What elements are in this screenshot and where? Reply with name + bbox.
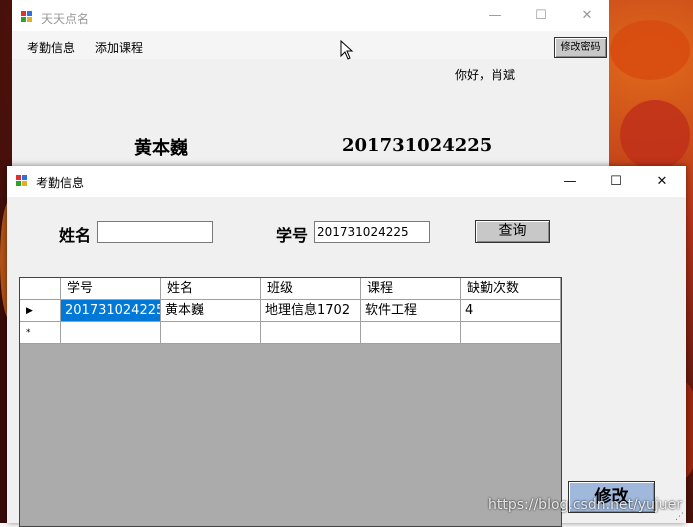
- student-id-label: 学号: [276, 226, 309, 245]
- new-cell[interactable]: [61, 322, 161, 344]
- table-row[interactable]: ▶ 201731024225 黄本巍 地理信息1702 软件工程 4: [20, 300, 561, 322]
- cell-class[interactable]: 地理信息1702: [261, 300, 361, 322]
- new-row-indicator[interactable]: *: [20, 322, 61, 344]
- close-button[interactable]: ✕: [564, 0, 610, 31]
- maximize-button[interactable]: ☐: [593, 166, 639, 197]
- app-icon: [16, 175, 28, 187]
- greeting-text: 你好，肖斌: [455, 68, 516, 82]
- new-row[interactable]: *: [20, 322, 561, 344]
- close-button[interactable]: ✕: [639, 166, 685, 197]
- grid-header-row: 学号 姓名 班级 课程 缺勤次数: [20, 278, 561, 300]
- student-id-input[interactable]: 201731024225: [314, 221, 430, 243]
- name-label: 姓名: [59, 226, 92, 245]
- cell-absences[interactable]: 4: [461, 300, 561, 322]
- app-icon: [21, 11, 33, 23]
- new-cell[interactable]: [461, 322, 561, 344]
- column-header-absences[interactable]: 缺勤次数: [461, 278, 561, 300]
- leaf-decoration: [620, 100, 690, 170]
- new-cell[interactable]: [161, 322, 261, 344]
- name-input[interactable]: [97, 221, 213, 243]
- column-header-course[interactable]: 课程: [361, 278, 461, 300]
- attendance-window-title: 考勤信息: [36, 176, 85, 190]
- minimize-button[interactable]: —: [472, 0, 518, 31]
- column-header-name[interactable]: 姓名: [161, 278, 261, 300]
- cell-name[interactable]: 黄本巍: [161, 300, 261, 322]
- column-header-student-id[interactable]: 学号: [61, 278, 161, 300]
- grid-corner-cell: [20, 278, 61, 300]
- attendance-data-grid[interactable]: 学号 姓名 班级 课程 缺勤次数 ▶ 201731024225 黄本巍 地理信息…: [19, 277, 562, 527]
- main-window-titlebar: 天天点名 — ☐ ✕: [12, 0, 609, 31]
- student-name-display: 黄本巍: [134, 138, 188, 159]
- cell-course[interactable]: 软件工程: [361, 300, 461, 322]
- student-id-display: 201731024225: [342, 135, 493, 156]
- minimize-button[interactable]: —: [547, 166, 593, 197]
- blog-watermark: https://blog.csdn.net/yujuer: [488, 497, 683, 513]
- current-row-indicator[interactable]: ▶: [20, 300, 61, 322]
- cell-student-id[interactable]: 201731024225: [61, 300, 161, 322]
- attendance-window-titlebar: 考勤信息 — ☐ ✕: [7, 166, 686, 197]
- change-password-button[interactable]: 修改密码: [554, 37, 607, 58]
- query-button[interactable]: 查询: [475, 220, 550, 243]
- new-cell[interactable]: [361, 322, 461, 344]
- menu-item-add-course[interactable]: 添加课程: [95, 39, 143, 56]
- resize-grip-icon[interactable]: ⋰: [675, 512, 684, 522]
- new-cell[interactable]: [261, 322, 361, 344]
- main-window-title: 天天点名: [41, 12, 90, 26]
- menu-item-attendance[interactable]: 考勤信息: [27, 39, 75, 56]
- mouse-cursor-icon: [340, 40, 354, 60]
- maximize-button[interactable]: ☐: [518, 0, 564, 31]
- leaf-decoration: [610, 20, 690, 80]
- column-header-class[interactable]: 班级: [261, 278, 361, 300]
- attendance-window: 考勤信息 — ☐ ✕ 姓名 学号 201731024225 查询 学号 姓名 班…: [7, 166, 686, 527]
